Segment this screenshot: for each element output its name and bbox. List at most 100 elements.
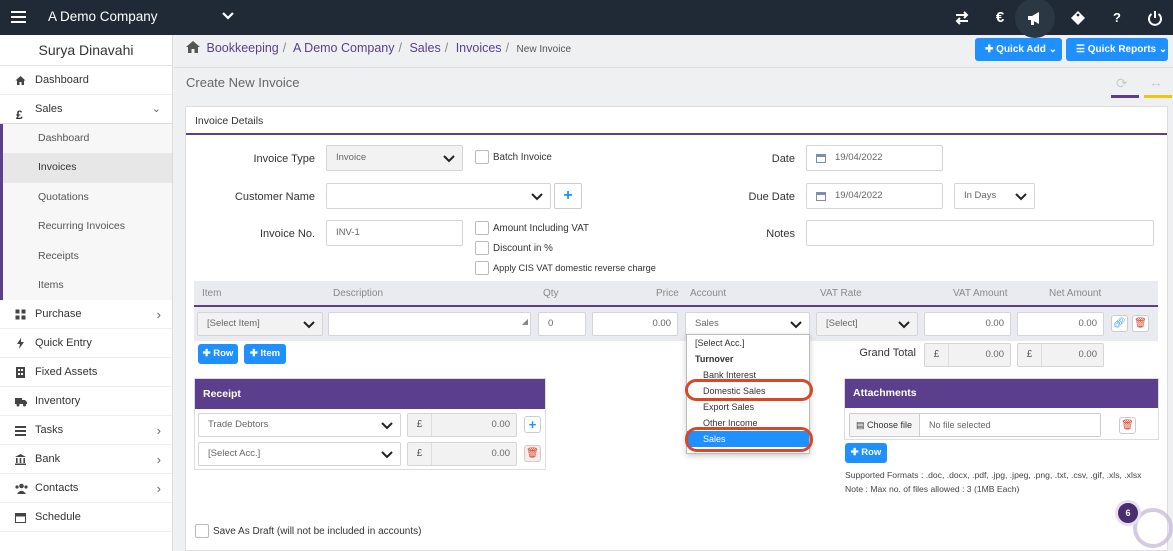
sidebar-item-purchase[interactable]: Purchase ›	[0, 300, 172, 330]
menu-icon[interactable]	[11, 9, 27, 25]
sidebar-item-sales[interactable]: £ Sales ⌄	[0, 95, 172, 124]
notes-input[interactable]	[806, 220, 1154, 246]
customer-name-select[interactable]	[326, 183, 551, 209]
chevron-down-icon[interactable]	[222, 11, 234, 21]
date-input[interactable]: 19/04/2022	[806, 145, 943, 171]
chevron-down-icon	[898, 321, 910, 329]
vat-rate-select[interactable]: [Select]	[816, 312, 918, 336]
batch-invoice-checkbox[interactable]	[475, 150, 489, 164]
sidebar-item-tasks[interactable]: Tasks ›	[0, 416, 172, 446]
company-name[interactable]: A Demo Company	[48, 9, 158, 24]
receipt-account-select[interactable]: [Select Acc.]	[198, 442, 401, 466]
receipt-amount[interactable]: £ 0.00	[407, 442, 517, 466]
tasks-icon	[15, 425, 26, 437]
breadcrumb-sales[interactable]: Sales	[409, 41, 440, 55]
breadcrumb-bookkeeping[interactable]: Bookkeeping	[206, 41, 278, 55]
invoice-section-title: Invoice Details	[186, 107, 1167, 135]
sidebar-item-dashboard[interactable]: Dashboard	[0, 66, 172, 95]
cis-reverse-charge-checkbox[interactable]	[475, 261, 489, 275]
chevron-down-icon	[303, 321, 315, 329]
notification-badge[interactable]: 6	[1113, 498, 1173, 551]
power-icon[interactable]	[1146, 9, 1164, 27]
file-input[interactable]: ▤ Choose file No file selected	[849, 413, 1101, 437]
sidebar-item-fixed-assets[interactable]: Fixed Assets	[0, 358, 172, 388]
amount-including-vat-checkbox[interactable]	[475, 221, 489, 235]
list-icon: ☰	[1076, 44, 1085, 55]
items-table-header: Item Description Qty Price Account VAT R…	[194, 281, 1158, 307]
col-net-amount: Net Amount	[1049, 288, 1102, 299]
item-select[interactable]: [Select Item]	[197, 312, 323, 336]
discount-checkbox[interactable]	[475, 241, 489, 255]
account-select[interactable]: Sales	[685, 312, 810, 336]
sidebar-item-contacts[interactable]: Contacts ›	[0, 474, 172, 504]
sidebar-item-quick-entry[interactable]: Quick Entry	[0, 329, 172, 359]
dropdown-option[interactable]: [Select Acc.]	[687, 335, 809, 351]
expand-icon[interactable]: ↔	[1149, 74, 1163, 90]
highlight-ring	[685, 427, 813, 452]
add-item-button[interactable]: ✚ Item	[244, 344, 286, 364]
sidebar-sub-quotations[interactable]: Quotations	[0, 182, 172, 213]
receipt-account-select[interactable]: Trade Debtors	[198, 413, 401, 437]
delete-attachment-button[interactable]: 🗑︎	[1119, 417, 1136, 434]
save-as-draft-checkbox[interactable]	[195, 524, 209, 538]
date-value: 19/04/2022	[835, 152, 883, 163]
add-row-button[interactable]: ✚ Row	[198, 344, 238, 364]
invoice-number-input[interactable]: INV-1	[326, 220, 463, 246]
transfer-icon[interactable]	[953, 9, 971, 27]
refresh-icon[interactable]: ⟳	[1116, 75, 1128, 92]
announcement-button[interactable]	[1015, 0, 1055, 38]
sidebar-item-bank[interactable]: Bank ›	[0, 445, 172, 475]
pound-label: £	[408, 443, 432, 465]
chevron-down-icon: ⌄	[151, 103, 161, 115]
breadcrumb-invoices[interactable]: Invoices	[456, 41, 502, 55]
choose-file-label: Choose file	[867, 420, 913, 430]
badge-count: 6	[1115, 500, 1141, 526]
sidebar-item-inventory[interactable]: Inventory	[0, 387, 172, 417]
link-button[interactable]: 🔗︎	[1111, 315, 1128, 332]
calendar-icon	[15, 512, 26, 524]
tag-icon[interactable]	[1069, 9, 1087, 27]
sidebar-item-label: Fixed Assets	[35, 366, 98, 379]
plus-icon: +	[563, 187, 573, 204]
invoice-type-label: Invoice Type	[253, 153, 315, 165]
home-icon[interactable]	[186, 41, 200, 53]
sidebar-item-label: Schedule	[35, 511, 81, 524]
sidebar-item-schedule[interactable]: Schedule	[0, 503, 172, 533]
grand-total-vat: £ 0.00	[924, 343, 1011, 367]
sidebar-sub-recurring-invoices[interactable]: Recurring Invoices	[0, 212, 172, 242]
customer-name-label: Customer Name	[234, 191, 315, 203]
color-bar-yellow	[1144, 95, 1172, 98]
sidebar-sub-invoices[interactable]: Invoices	[0, 153, 172, 183]
qty-input[interactable]: 0	[538, 312, 586, 336]
price-input[interactable]: 0.00	[592, 312, 678, 336]
add-receipt-button[interactable]: +	[524, 416, 541, 433]
choose-file-button[interactable]: ▤ Choose file	[850, 414, 920, 436]
delete-row-button[interactable]: 🗑︎	[1132, 315, 1149, 332]
pound-label: £	[925, 344, 949, 366]
quick-reports-button[interactable]: ☰ Quick Reports ⌄	[1066, 38, 1168, 61]
description-input[interactable]: ◢	[328, 312, 531, 336]
quick-add-button[interactable]: ✚ Quick Add ⌄	[975, 38, 1062, 61]
sidebar-sub-receipts[interactable]: Receipts	[0, 241, 172, 271]
sidebar-sub-items[interactable]: Items	[0, 270, 172, 301]
dropdown-option[interactable]: Export Sales	[687, 399, 809, 415]
due-date-input[interactable]: 19/04/2022	[806, 183, 943, 209]
sidebar-sub-dashboard[interactable]: Dashboard	[0, 124, 172, 154]
currency-icon[interactable]: €	[991, 9, 1009, 27]
breadcrumb-company[interactable]: A Demo Company	[293, 41, 394, 55]
delete-receipt-button[interactable]: 🗑︎	[524, 445, 541, 462]
receipt-amount[interactable]: £ 0.00	[407, 413, 517, 437]
due-mode-select[interactable]: In Days	[954, 183, 1035, 209]
trash-icon: 🗑︎	[526, 448, 539, 459]
net-amount-input[interactable]: 0.00	[1017, 312, 1104, 336]
no-file-label: No file selected	[929, 420, 991, 430]
page-title-bar: Create New Invoice ⟳ ↔	[174, 67, 1173, 98]
help-icon[interactable]: ?	[1108, 9, 1126, 27]
add-customer-button[interactable]: +	[554, 183, 582, 209]
add-attachment-row-button[interactable]: ✚ Row	[845, 443, 887, 463]
invoice-type-select[interactable]: Invoice	[326, 145, 463, 171]
vat-amount-input[interactable]: 0.00	[924, 312, 1011, 336]
sidebar-item-label: Bank	[35, 453, 61, 466]
breadcrumb: Bookkeeping / A Demo Company / Sales / Invo…	[186, 41, 571, 55]
col-vat-amount: VAT Amount	[953, 288, 1008, 299]
